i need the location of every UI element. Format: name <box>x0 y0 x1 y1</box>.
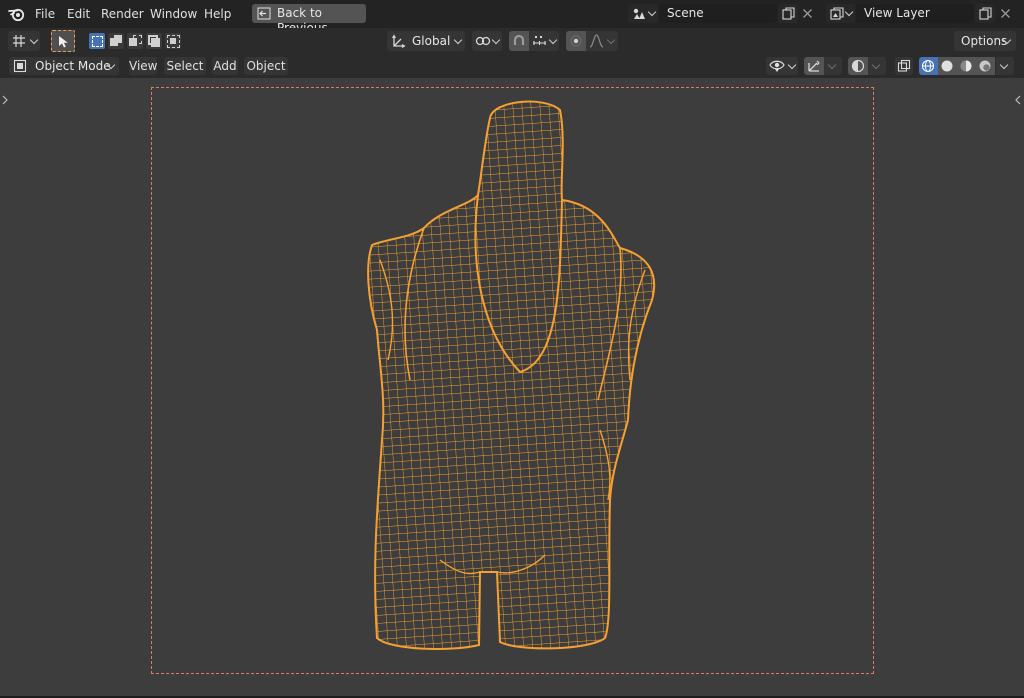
options-label: Options <box>961 34 1008 48</box>
menu-help[interactable]: Help <box>204 6 231 22</box>
back-icon <box>257 7 271 20</box>
wireframe-mesh-object[interactable] <box>0 78 1024 696</box>
menu-file[interactable]: File <box>35 6 55 22</box>
chevron-down-icon <box>453 35 463 45</box>
solid-shading-icon <box>941 60 953 72</box>
select-mode-intersect-button[interactable] <box>165 33 181 49</box>
menu-view[interactable]: View <box>129 57 157 75</box>
view-layer-icon <box>830 7 844 20</box>
shading-options-dropdown[interactable] <box>996 57 1014 75</box>
close-icon[interactable] <box>802 8 813 19</box>
shading-rendered-button[interactable] <box>976 57 995 75</box>
editor-type-icon <box>13 35 25 47</box>
snap-icon <box>513 34 525 45</box>
close-icon[interactable] <box>1000 8 1011 19</box>
chevron-down-icon <box>29 35 39 45</box>
shading-material-button[interactable] <box>957 57 976 75</box>
new-scene-button[interactable] <box>778 4 798 23</box>
pivot-point-dropdown[interactable] <box>472 31 502 51</box>
snap-toggle-button[interactable] <box>509 31 529 51</box>
gizmo-toggle-button[interactable] <box>804 57 824 75</box>
gizmo-icon <box>808 60 820 72</box>
shading-wireframe-button[interactable] <box>919 57 938 75</box>
scene-icon <box>633 8 645 19</box>
chevron-down-icon <box>871 60 881 70</box>
gizmo-dropdown[interactable] <box>824 57 842 75</box>
overlay-dropdown[interactable] <box>868 57 886 75</box>
scene-browse-button[interactable] <box>628 4 658 23</box>
tool-settings-header: Global Options <box>0 28 1024 54</box>
rendered-shading-icon <box>979 60 991 72</box>
shading-solid-button[interactable] <box>938 57 957 75</box>
falloff-icon <box>589 34 604 48</box>
menu-window[interactable]: Window <box>150 6 197 22</box>
viewport-header: Object Mode View Select Add Object <box>0 54 1024 78</box>
top-bar: File Edit Render Window Help Back to Pre… <box>0 0 1024 35</box>
menu-object[interactable]: Object <box>244 57 288 75</box>
scene-name-field[interactable]: Scene <box>659 4 777 23</box>
xray-toggle-button[interactable] <box>895 57 913 75</box>
view-layer-name-text: View Layer <box>864 6 930 20</box>
proportional-edit-icon <box>570 35 582 47</box>
editor-type-button[interactable] <box>8 31 40 51</box>
snap-target-dropdown[interactable] <box>529 31 559 51</box>
chevron-down-icon <box>606 35 616 45</box>
select-tool-icon <box>59 36 68 48</box>
transform-orientation-dropdown[interactable]: Global <box>387 31 465 51</box>
back-to-previous-button[interactable]: Back to Previous <box>252 4 366 35</box>
pivot-icon <box>475 36 491 46</box>
copy-icon <box>979 7 992 20</box>
visibility-icon <box>769 60 785 72</box>
material-shading-icon <box>960 60 972 72</box>
chevron-down-icon <box>787 60 797 70</box>
chevron-down-icon <box>999 60 1009 70</box>
wireframe-shading-icon <box>921 59 935 73</box>
scene-name-text: Scene <box>667 6 704 20</box>
object-mode-dropdown[interactable]: Object Mode <box>9 57 119 75</box>
select-mode-subtract-button[interactable] <box>127 33 143 49</box>
proportional-edit-button[interactable] <box>566 31 586 51</box>
select-mode-difference-button[interactable] <box>146 33 162 49</box>
menu-select[interactable]: Select <box>164 57 206 75</box>
chevron-down-icon <box>827 60 837 70</box>
view-layer-browse-button[interactable] <box>826 4 855 23</box>
select-mode-new-button[interactable] <box>89 33 105 49</box>
overlay-toggle-button[interactable] <box>848 57 868 75</box>
menu-edit[interactable]: Edit <box>67 6 90 22</box>
chevron-down-icon <box>548 35 558 45</box>
menu-add[interactable]: Add <box>212 57 238 75</box>
xray-icon <box>897 59 911 72</box>
chevron-down-icon <box>491 35 501 45</box>
copy-icon <box>782 7 795 20</box>
blender-logo-icon[interactable] <box>8 6 26 22</box>
snap-increment-icon <box>533 36 546 45</box>
options-dropdown[interactable]: Options <box>954 31 1016 51</box>
chevron-down-icon <box>844 7 854 17</box>
view-layer-name-field[interactable]: View Layer <box>856 4 974 23</box>
transform-orientation-label: Global <box>412 34 451 48</box>
transform-orientation-icon <box>392 34 406 48</box>
menu-render[interactable]: Render <box>101 6 144 22</box>
chevron-down-icon <box>647 7 657 17</box>
proportional-falloff-dropdown[interactable] <box>586 31 618 51</box>
3d-viewport[interactable] <box>0 78 1024 696</box>
new-view-layer-button[interactable] <box>975 4 995 23</box>
overlay-icon <box>851 59 865 73</box>
object-mode-icon <box>13 59 27 73</box>
visibility-dropdown[interactable] <box>766 57 798 75</box>
select-mode-extend-button[interactable] <box>108 33 124 49</box>
select-tool-button[interactable] <box>51 30 75 52</box>
object-mode-label: Object Mode <box>35 59 111 73</box>
